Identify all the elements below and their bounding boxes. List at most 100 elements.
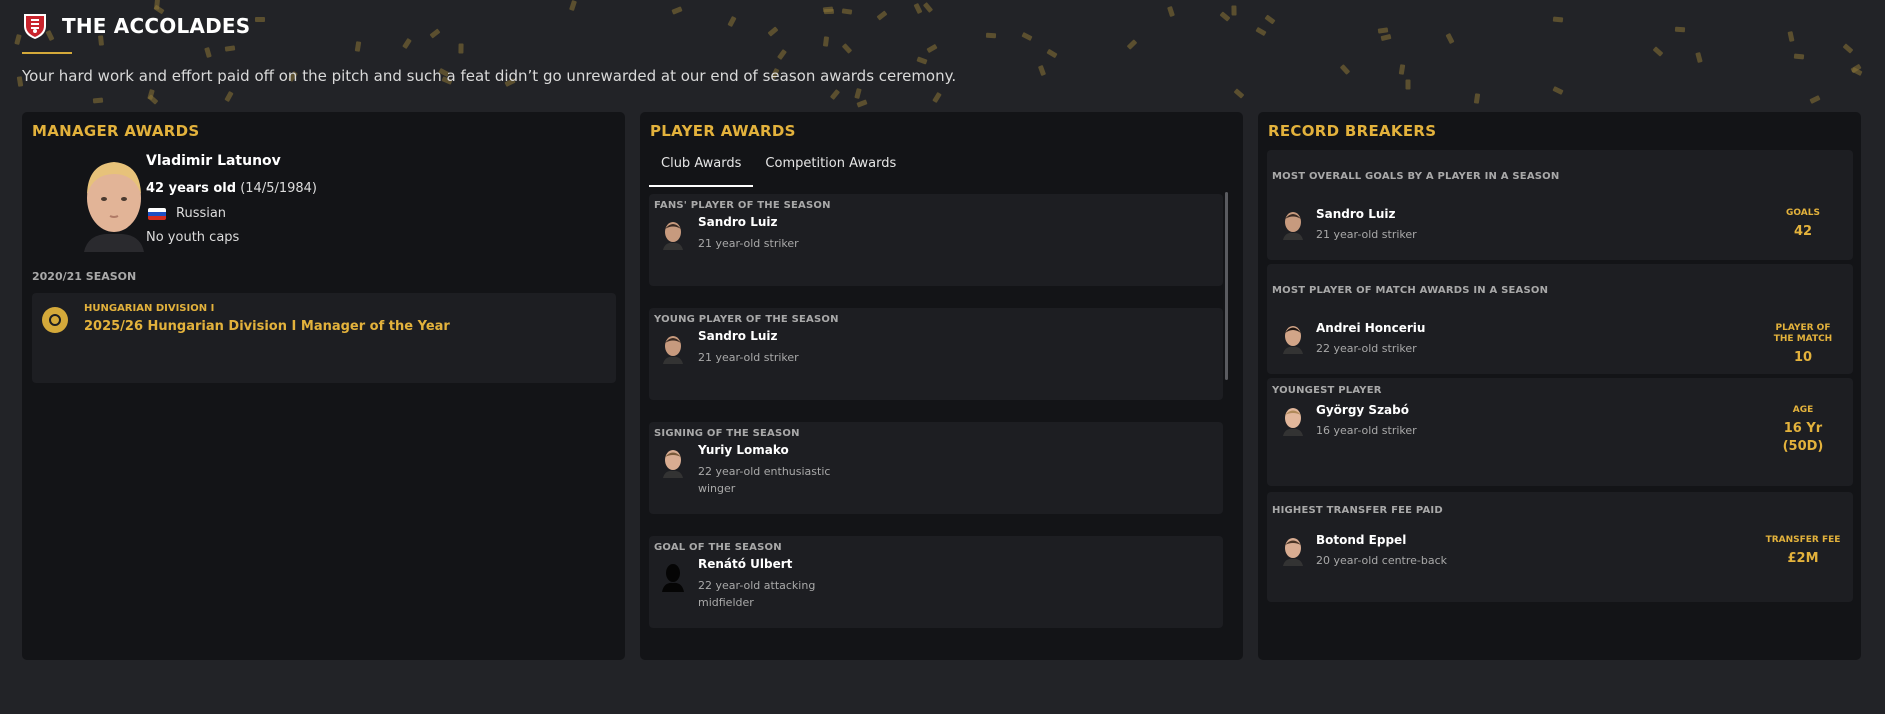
- player-awards-panel: PLAYER AWARDS Club Awards Competition Aw…: [640, 112, 1243, 660]
- award-title: SIGNING OF THE SEASON: [654, 428, 800, 439]
- manager-age-years: 42 years old: [146, 181, 237, 196]
- confetti-piece: [1021, 32, 1033, 41]
- player-description: 22 year-old striker: [1316, 342, 1417, 355]
- stat-label: AGE: [1792, 405, 1814, 415]
- manager-age: 42 years old (14/5/1984): [146, 181, 317, 196]
- player-name[interactable]: Andrei Honceriu: [1316, 321, 1425, 335]
- player-photo[interactable]: [1281, 322, 1305, 354]
- tab-club-awards[interactable]: Club Awards: [649, 154, 754, 187]
- confetti-piece: [913, 2, 923, 15]
- confetti-piece: [569, 0, 577, 12]
- confetti-piece: [1037, 64, 1047, 77]
- scrollbar[interactable]: [1225, 192, 1228, 380]
- record-card: YOUNGEST PLAYER György Szabó 16 year-old…: [1267, 378, 1853, 486]
- confetti-piece: [224, 45, 236, 52]
- confetti-piece: [402, 37, 412, 50]
- manager-photo[interactable]: [74, 152, 154, 252]
- awards-tabs: Club Awards Competition Awards: [649, 154, 908, 187]
- player-photo[interactable]: [1281, 404, 1305, 436]
- record-card: HIGHEST TRANSFER FEE PAID Botond Eppel 2…: [1267, 492, 1853, 602]
- stat-value: £2M: [1787, 551, 1819, 566]
- stat-label: TRANSFER FEE: [1765, 535, 1841, 545]
- confetti-piece: [1046, 48, 1058, 59]
- confetti-piece: [1809, 95, 1821, 104]
- record-title: MOST PLAYER OF MATCH AWARDS IN A SEASON: [1272, 285, 1549, 296]
- confetti-piece: [147, 94, 159, 105]
- confetti-piece: [767, 26, 779, 37]
- stat-value: 16 Yr (50D): [1782, 421, 1824, 454]
- player-description: 21 year-old striker: [698, 237, 799, 250]
- confetti-piece: [856, 99, 868, 108]
- confetti-piece: [822, 6, 834, 13]
- player-awards-title: PLAYER AWARDS: [650, 122, 796, 140]
- confetti-piece: [1695, 52, 1703, 63]
- player-name[interactable]: Sandro Luiz: [698, 329, 778, 343]
- award-title: GOAL OF THE SEASON: [654, 542, 782, 553]
- player-name[interactable]: György Szabó: [1316, 403, 1409, 417]
- player-description: 22 year-old enthusiastic winger: [698, 465, 831, 495]
- confetti-piece: [1552, 16, 1564, 23]
- confetti-piece: [1398, 64, 1406, 75]
- stat-label: PLAYER OF THE MATCH: [1773, 323, 1833, 344]
- confetti-piece: [1380, 33, 1392, 42]
- manager-name[interactable]: Vladimir Latunov: [146, 153, 281, 169]
- player-name[interactable]: Renátó Ulbert: [698, 557, 792, 571]
- confetti-piece: [1219, 11, 1231, 22]
- player-name[interactable]: Sandro Luiz: [698, 215, 778, 229]
- player-description: 21 year-old striker: [698, 351, 799, 364]
- confetti-piece: [822, 36, 830, 47]
- confetti-piece: [429, 28, 441, 39]
- confetti-piece: [1167, 5, 1175, 18]
- season-label: 2020/21 SEASON: [32, 270, 137, 283]
- page-title: THE ACCOLADES: [62, 14, 251, 38]
- manager-awards-panel: MANAGER AWARDS Vladimir Latunov 42 years…: [22, 112, 625, 660]
- confetti-piece: [1377, 27, 1389, 34]
- title-underline: [22, 52, 72, 54]
- confetti-piece: [1787, 31, 1795, 42]
- confetti-piece: [876, 10, 888, 21]
- player-name[interactable]: Yuriy Lomako: [698, 443, 789, 457]
- confetti-piece: [1126, 39, 1138, 50]
- confetti-piece: [829, 89, 841, 100]
- manager-nationality: Russian: [148, 206, 226, 221]
- confetti-piece: [1339, 64, 1351, 75]
- confetti-piece: [727, 15, 737, 28]
- player-name[interactable]: Sandro Luiz: [1316, 207, 1396, 221]
- confetti-piece: [1652, 46, 1664, 57]
- award-competition[interactable]: HUNGARIAN DIVISION I: [84, 303, 214, 314]
- confetti-piece: [922, 2, 934, 13]
- player-photo[interactable]: [1281, 534, 1305, 566]
- player-photo[interactable]: [661, 332, 685, 364]
- confetti-piece: [1445, 32, 1455, 45]
- manager-award-card: HUNGARIAN DIVISION I 2025/26 Hungarian D…: [32, 293, 616, 383]
- player-name[interactable]: Botond Eppel: [1316, 533, 1406, 547]
- confetti-piece: [255, 17, 265, 22]
- confetti-piece: [671, 6, 683, 15]
- page-header: THE ACCOLADES: [22, 12, 250, 40]
- tab-competition-awards[interactable]: Competition Awards: [753, 154, 908, 187]
- club-crest-icon: [24, 14, 46, 39]
- confetti-piece: [204, 47, 212, 58]
- player-photo[interactable]: [661, 218, 685, 250]
- player-description: 16 year-old striker: [1316, 424, 1417, 437]
- record-breakers-title: RECORD BREAKERS: [1268, 122, 1437, 140]
- player-description: 20 year-old centre-back: [1316, 554, 1448, 567]
- record-title: YOUNGEST PLAYER: [1272, 385, 1382, 396]
- player-description: 21 year-old striker: [1316, 228, 1417, 241]
- confetti-piece: [777, 48, 787, 61]
- award-name: 2025/26 Hungarian Division I Manager of …: [84, 319, 450, 334]
- russia-flag-icon: [148, 207, 166, 220]
- confetti-piece: [92, 97, 104, 104]
- confetti-piece: [841, 43, 853, 54]
- confetti-piece: [1255, 26, 1267, 37]
- confetti-piece: [1473, 93, 1481, 104]
- award-title: FANS' PLAYER OF THE SEASON: [654, 200, 831, 211]
- confetti-piece: [854, 88, 862, 99]
- record-card: MOST PLAYER OF MATCH AWARDS IN A SEASON …: [1267, 264, 1853, 374]
- confetti-piece: [1552, 86, 1564, 95]
- record-title: MOST OVERALL GOALS BY A PLAYER IN A SEAS…: [1272, 171, 1560, 182]
- player-photo[interactable]: [661, 446, 685, 478]
- confetti-piece: [1674, 26, 1686, 33]
- player-silhouette-icon[interactable]: [661, 560, 685, 592]
- player-photo[interactable]: [1281, 208, 1305, 240]
